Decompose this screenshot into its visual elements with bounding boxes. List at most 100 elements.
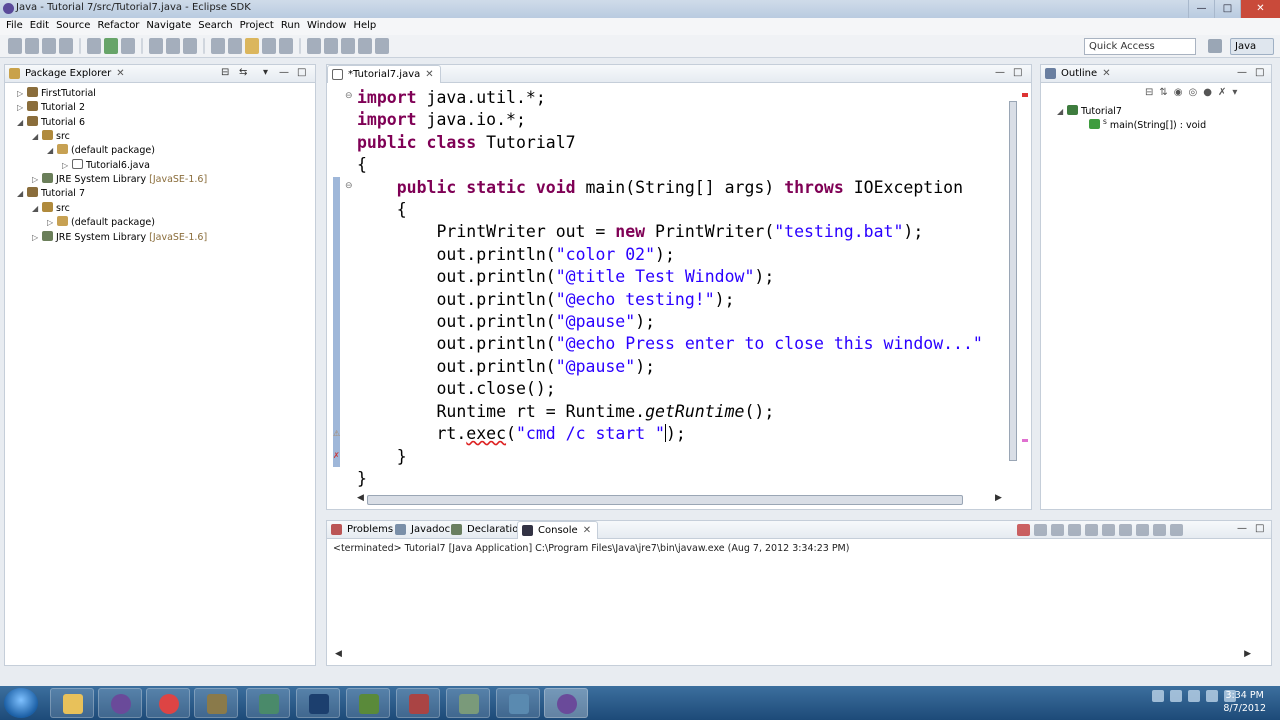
maximize-view-icon[interactable]: □ <box>1013 67 1022 78</box>
menu-run[interactable]: Run <box>279 18 305 35</box>
collapse-icon[interactable]: ◢ <box>32 132 42 141</box>
network-icon[interactable] <box>1206 690 1218 702</box>
terminate-icon[interactable] <box>1017 524 1030 536</box>
expand-icon[interactable]: ▷ <box>32 175 42 184</box>
outline-item-method[interactable]: S main(String[]) : void <box>1089 119 1206 133</box>
maximize-view-icon[interactable]: □ <box>1255 67 1264 78</box>
taskbar-explorer[interactable] <box>50 688 94 718</box>
collapse-icon[interactable]: ◢ <box>47 146 57 155</box>
menu-refactor[interactable]: Refactor <box>95 18 144 35</box>
minimize-button[interactable]: — <box>1188 0 1214 18</box>
block-selection-icon[interactable] <box>279 38 293 54</box>
tree-item[interactable]: ◢ Tutorial 7 <box>17 187 85 201</box>
taskbar-eclipse-active[interactable] <box>544 688 588 718</box>
collapse-all-icon[interactable]: ⊟ <box>1145 87 1153 98</box>
tab-outline[interactable]: Outline ✕ <box>1041 65 1117 83</box>
taskbar-app[interactable] <box>396 688 440 718</box>
scroll-right-icon[interactable]: ▶ <box>1244 649 1251 659</box>
clear-console-icon[interactable] <box>1068 524 1081 536</box>
warning-marker[interactable] <box>1022 439 1028 442</box>
tab-problems[interactable]: Problems <box>327 521 399 539</box>
pin-console-icon[interactable] <box>1136 524 1149 536</box>
tree-item[interactable]: ▷ JRE System Library [JavaSE-1.6] <box>32 231 207 245</box>
close-tab-icon[interactable]: ✕ <box>1102 68 1110 79</box>
minimize-view-icon[interactable]: — <box>1237 523 1247 534</box>
menu-project[interactable]: Project <box>238 18 279 35</box>
expand-icon[interactable]: ▷ <box>47 218 57 227</box>
scroll-right-icon[interactable]: ▶ <box>995 493 1002 503</box>
quick-access-input[interactable]: Quick Access <box>1084 38 1196 55</box>
new-class-icon[interactable] <box>183 38 197 54</box>
taskbar-app[interactable] <box>496 688 540 718</box>
sort-icon[interactable]: ⇅ <box>1159 87 1167 98</box>
collapse-icon[interactable]: ◢ <box>32 204 42 213</box>
maximize-button[interactable]: □ <box>1214 0 1240 18</box>
editor-horizontal-scrollbar[interactable] <box>367 495 963 505</box>
collapse-all-icon[interactable]: ⊟ <box>221 67 229 78</box>
show-on-stdout-icon[interactable] <box>1102 524 1115 536</box>
tree-item[interactable]: ▷ Tutorial 2 <box>17 101 85 115</box>
close-button[interactable]: ✕ <box>1240 0 1280 18</box>
expand-icon[interactable]: ▷ <box>62 161 72 170</box>
view-menu-icon[interactable]: ▾ <box>263 67 268 78</box>
menu-source[interactable]: Source <box>54 18 95 35</box>
close-tab-icon[interactable]: ✕ <box>425 69 433 80</box>
tree-item[interactable]: ◢ Tutorial 6 <box>17 116 85 130</box>
save-all-icon[interactable] <box>42 38 56 54</box>
show-whitespace-icon[interactable] <box>262 38 276 54</box>
collapse-icon[interactable]: ◢ <box>17 118 27 127</box>
tray-app-icon[interactable] <box>1188 690 1200 702</box>
scroll-lock-icon[interactable] <box>1085 524 1098 536</box>
tree-item[interactable]: ◢ src <box>32 130 70 144</box>
print-icon[interactable] <box>59 38 73 54</box>
hide-static-icon[interactable]: ◎ <box>1189 87 1198 98</box>
tree-item[interactable]: ◢ (default package) <box>47 144 155 158</box>
code-text[interactable]: import java.util.*; import java.io.*; pu… <box>357 87 983 490</box>
tray-app-icon[interactable] <box>1170 690 1182 702</box>
collapse-icon[interactable]: ◢ <box>1057 107 1067 116</box>
outline-item-class[interactable]: ◢ Tutorial7 <box>1057 105 1122 119</box>
menu-window[interactable]: Window <box>305 18 351 35</box>
close-tab-icon[interactable]: ✕ <box>116 68 124 79</box>
minimize-view-icon[interactable]: — <box>995 67 1005 78</box>
menu-navigate[interactable]: Navigate <box>144 18 196 35</box>
new-java-project-icon[interactable] <box>149 38 163 54</box>
hide-local-types-icon[interactable]: ✗ <box>1218 87 1226 98</box>
search-icon[interactable] <box>228 38 242 54</box>
menu-help[interactable]: Help <box>351 18 381 35</box>
maximize-view-icon[interactable]: □ <box>1255 523 1264 534</box>
pin-editor-icon[interactable] <box>375 38 389 54</box>
forward-icon[interactable] <box>358 38 372 54</box>
taskbar-chrome[interactable] <box>146 688 190 718</box>
expand-icon[interactable]: ▷ <box>32 233 42 242</box>
fold-icon[interactable]: ⊖ <box>345 181 353 191</box>
hide-fields-icon[interactable]: ◉ <box>1174 87 1183 98</box>
hide-nonpublic-icon[interactable]: ● <box>1203 87 1212 98</box>
previous-annotation-icon[interactable] <box>324 38 338 54</box>
taskbar-app[interactable] <box>246 688 290 718</box>
view-menu-icon[interactable]: ▾ <box>1232 87 1237 98</box>
expand-icon[interactable]: ▷ <box>17 89 27 98</box>
new-package-icon[interactable] <box>166 38 180 54</box>
taskbar-minecraft[interactable] <box>346 688 390 718</box>
clock[interactable]: 3:34 PM 8/7/2012 <box>1223 689 1266 715</box>
menu-edit[interactable]: Edit <box>28 18 54 35</box>
editor-vertical-scrollbar[interactable] <box>1007 87 1019 517</box>
open-console-icon[interactable] <box>1170 524 1183 536</box>
tree-item[interactable]: ▷ FirstTutorial <box>17 87 96 101</box>
java-perspective-button[interactable]: Java <box>1230 38 1274 55</box>
menu-file[interactable]: File <box>4 18 28 35</box>
error-marker[interactable] <box>1022 93 1028 97</box>
next-annotation-icon[interactable] <box>307 38 321 54</box>
expand-icon[interactable]: ▷ <box>17 103 27 112</box>
scroll-thumb[interactable] <box>1009 101 1017 461</box>
minimize-view-icon[interactable]: — <box>1237 67 1247 78</box>
tree-item[interactable]: ▷ JRE System Library [JavaSE-1.6] <box>32 173 207 187</box>
tree-item[interactable]: ◢ src <box>32 202 70 216</box>
remove-launch-icon[interactable] <box>1034 524 1047 536</box>
taskbar-app[interactable] <box>194 688 238 718</box>
open-type-icon[interactable] <box>211 38 225 54</box>
scroll-left-icon[interactable]: ◀ <box>357 493 364 503</box>
tree-item[interactable]: ▷ (default package) <box>47 216 155 230</box>
open-perspective-icon[interactable] <box>1208 39 1222 53</box>
